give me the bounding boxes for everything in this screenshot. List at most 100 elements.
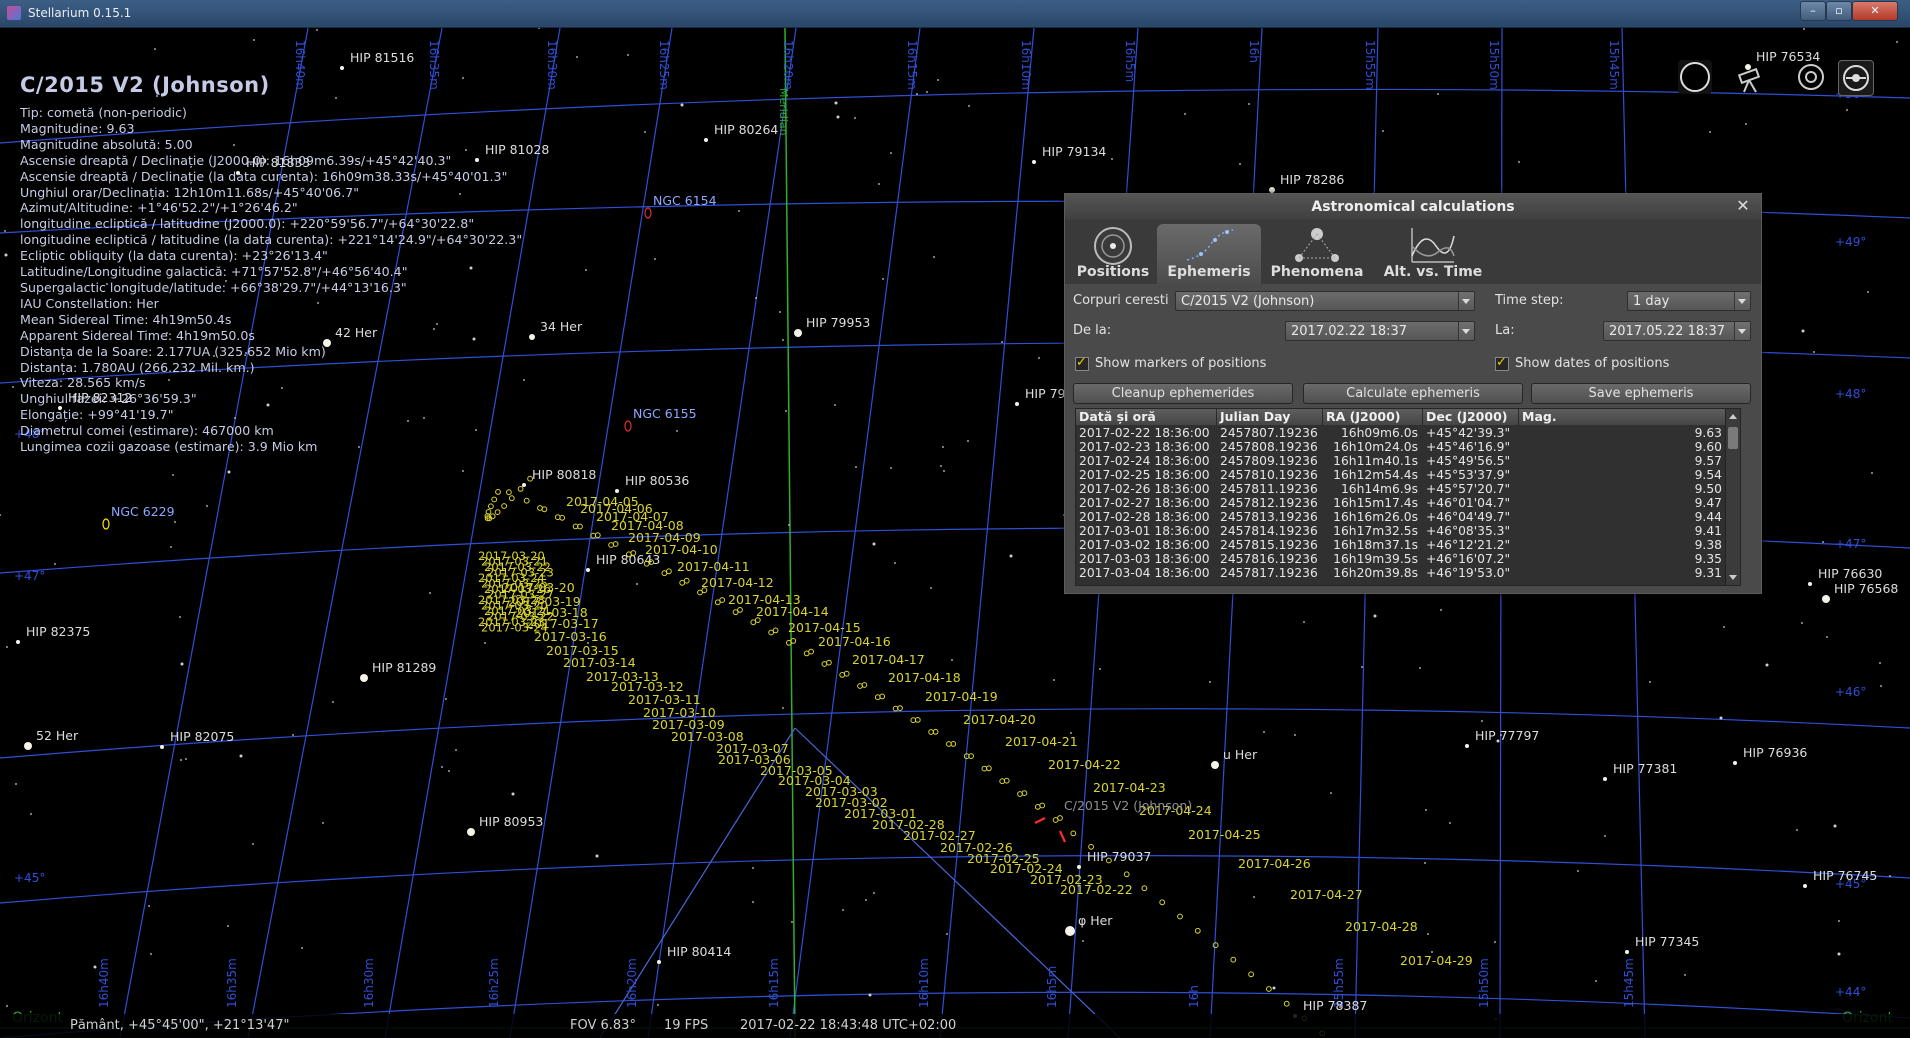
table-row[interactable]: 2017-03-03 18:36:00 2457816.19236 16h19m39… xyxy=(1076,552,1726,566)
table-row[interactable]: 2017-02-24 18:36:00 2457809.19236 16h11m40… xyxy=(1076,454,1726,468)
ephemeris-marker[interactable] xyxy=(1212,942,1219,949)
to-date-field[interactable]: 2017.05.22 18:37 xyxy=(1603,321,1751,341)
star[interactable] xyxy=(360,674,368,682)
header-date[interactable]: Dată și oră xyxy=(1076,409,1217,425)
star[interactable] xyxy=(615,489,619,493)
nebula-marker[interactable] xyxy=(102,518,110,530)
timestep-select[interactable]: 1 day xyxy=(1627,291,1751,311)
star[interactable] xyxy=(1808,582,1812,586)
table-row[interactable]: 2017-02-27 18:36:00 2457812.19236 16h15m17… xyxy=(1076,496,1726,510)
star[interactable] xyxy=(529,334,535,340)
ephemeris-marker[interactable] xyxy=(506,489,512,496)
ephemeris-marker[interactable] xyxy=(523,497,530,504)
show-markers-checkbox[interactable] xyxy=(1075,355,1089,371)
calculate-ephemeris-button[interactable]: Calculate ephemeris xyxy=(1303,383,1523,404)
nebula-marker[interactable] xyxy=(644,207,652,219)
header-mag[interactable]: Mag. xyxy=(1519,409,1726,425)
ephemeris-marker[interactable] xyxy=(488,503,494,510)
table-row[interactable]: 2017-02-28 18:36:00 2457813.19236 16h16m26… xyxy=(1076,510,1726,524)
ephemeris-marker[interactable] xyxy=(1070,830,1077,837)
header-julian-day[interactable]: Julian Day xyxy=(1217,409,1323,425)
ephemeris-marker[interactable] xyxy=(495,489,501,495)
ephemeris-marker[interactable] xyxy=(768,629,774,636)
scroll-thumb[interactable] xyxy=(1728,427,1738,449)
tab-ephemeris[interactable]: Ephemeris xyxy=(1157,224,1261,284)
save-ephemeris-button[interactable]: Save ephemeris xyxy=(1531,383,1751,404)
star[interactable] xyxy=(1733,761,1737,765)
tab-alt-vs-time[interactable]: Alt. vs. Time xyxy=(1373,224,1493,284)
table-row[interactable]: 2017-02-23 18:36:00 2457808.19236 16h10m24… xyxy=(1076,440,1726,454)
ephemeris-marker[interactable] xyxy=(1177,913,1183,920)
ephemeris-marker[interactable] xyxy=(517,486,524,492)
ephemeris-marker[interactable] xyxy=(1194,927,1201,934)
star[interactable] xyxy=(586,568,590,572)
ephemeris-marker[interactable] xyxy=(494,509,501,516)
star[interactable] xyxy=(1465,744,1469,748)
ocular-icon[interactable] xyxy=(1794,60,1828,94)
star[interactable] xyxy=(1015,402,1019,406)
ephemeris-marker[interactable] xyxy=(679,579,686,586)
header-ra[interactable]: RA (J2000) xyxy=(1323,409,1423,425)
ephemeris-marker[interactable] xyxy=(612,541,619,547)
ephemeris-marker[interactable] xyxy=(501,503,508,509)
table-row[interactable]: 2017-02-22 18:36:00 2457807.19236 16h09m6.… xyxy=(1076,426,1726,440)
maximize-button[interactable]: ▫ xyxy=(1826,1,1852,21)
tab-positions[interactable]: Positions xyxy=(1075,224,1151,284)
star[interactable] xyxy=(24,742,32,750)
star[interactable] xyxy=(340,66,344,70)
star[interactable] xyxy=(1803,884,1807,888)
table-scrollbar[interactable] xyxy=(1725,409,1740,585)
show-dates-checkbox[interactable] xyxy=(1495,355,1509,371)
ephemeris-marker[interactable] xyxy=(1123,871,1130,878)
ephemeris-marker[interactable] xyxy=(508,495,515,502)
ephemeris-marker[interactable] xyxy=(750,619,757,626)
header-dec[interactable]: Dec (J2000) xyxy=(1423,409,1519,425)
ephemeris-table[interactable]: Dată și oră Julian Day RA (J2000) Dec (J… xyxy=(1075,408,1741,586)
telescope-icon[interactable] xyxy=(1736,60,1770,94)
ephemeris-marker[interactable] xyxy=(1141,885,1148,892)
ephemeris-marker[interactable] xyxy=(661,570,668,577)
star[interactable] xyxy=(657,960,661,964)
ephemeris-marker[interactable] xyxy=(839,672,846,678)
star[interactable] xyxy=(160,745,164,749)
planet-toggle-icon[interactable] xyxy=(1678,60,1712,94)
star[interactable] xyxy=(1603,777,1607,781)
close-window-button[interactable]: ✕ xyxy=(1852,1,1898,21)
astronomical-calculations-dialog[interactable]: Astronomical calculations ✕ Positions Ep… xyxy=(1064,193,1762,594)
table-row[interactable]: 2017-03-02 18:36:00 2457815.19236 16h18m37… xyxy=(1076,538,1726,552)
star[interactable] xyxy=(1822,595,1830,603)
star[interactable] xyxy=(1065,926,1075,936)
star[interactable] xyxy=(1032,160,1036,164)
table-row[interactable]: 2017-03-04 18:36:00 2457817.19236 16h20m39… xyxy=(1076,566,1726,580)
ephemeris-marker[interactable] xyxy=(1159,899,1166,906)
celestial-body-select[interactable]: C/2015 V2 (Johnson) xyxy=(1175,291,1475,311)
table-row[interactable]: 2017-02-26 18:36:00 2457811.19236 16h14m6.… xyxy=(1076,482,1726,496)
ephemeris-marker[interactable] xyxy=(697,589,703,596)
ephemeris-marker[interactable] xyxy=(714,599,721,606)
scroll-up-icon[interactable] xyxy=(1729,414,1737,419)
ephemeris-marker[interactable] xyxy=(608,542,614,548)
star[interactable] xyxy=(16,640,20,644)
minimize-button[interactable]: – xyxy=(1800,1,1826,21)
star[interactable] xyxy=(1625,950,1629,954)
comet-marker-icon[interactable] xyxy=(1034,817,1046,824)
star[interactable] xyxy=(704,138,708,142)
star[interactable] xyxy=(522,483,526,487)
table-row[interactable]: 2017-02-25 18:36:00 2457810.19236 16h12m54… xyxy=(1076,468,1726,482)
ephemeris-marker[interactable] xyxy=(1266,986,1272,992)
nebula-marker[interactable] xyxy=(624,420,632,432)
tab-phenomena[interactable]: Phenomena xyxy=(1265,224,1369,284)
star[interactable] xyxy=(1211,761,1219,769)
ephemeris-marker[interactable] xyxy=(1283,1000,1290,1007)
from-date-field[interactable]: 2017.02.22 18:37 xyxy=(1285,321,1475,341)
star[interactable] xyxy=(794,329,802,337)
star[interactable] xyxy=(1077,865,1081,869)
satellite-icon[interactable] xyxy=(1838,60,1874,96)
comet-marker-icon[interactable] xyxy=(1058,830,1067,843)
table-row[interactable]: 2017-03-01 18:36:00 2457814.19236 16h17m32… xyxy=(1076,524,1726,538)
ephemeris-marker[interactable] xyxy=(821,661,828,667)
ephemeris-marker[interactable] xyxy=(803,650,810,657)
ephemeris-marker[interactable] xyxy=(1034,804,1041,810)
ephemeris-marker[interactable] xyxy=(491,496,498,503)
star[interactable] xyxy=(467,828,475,836)
